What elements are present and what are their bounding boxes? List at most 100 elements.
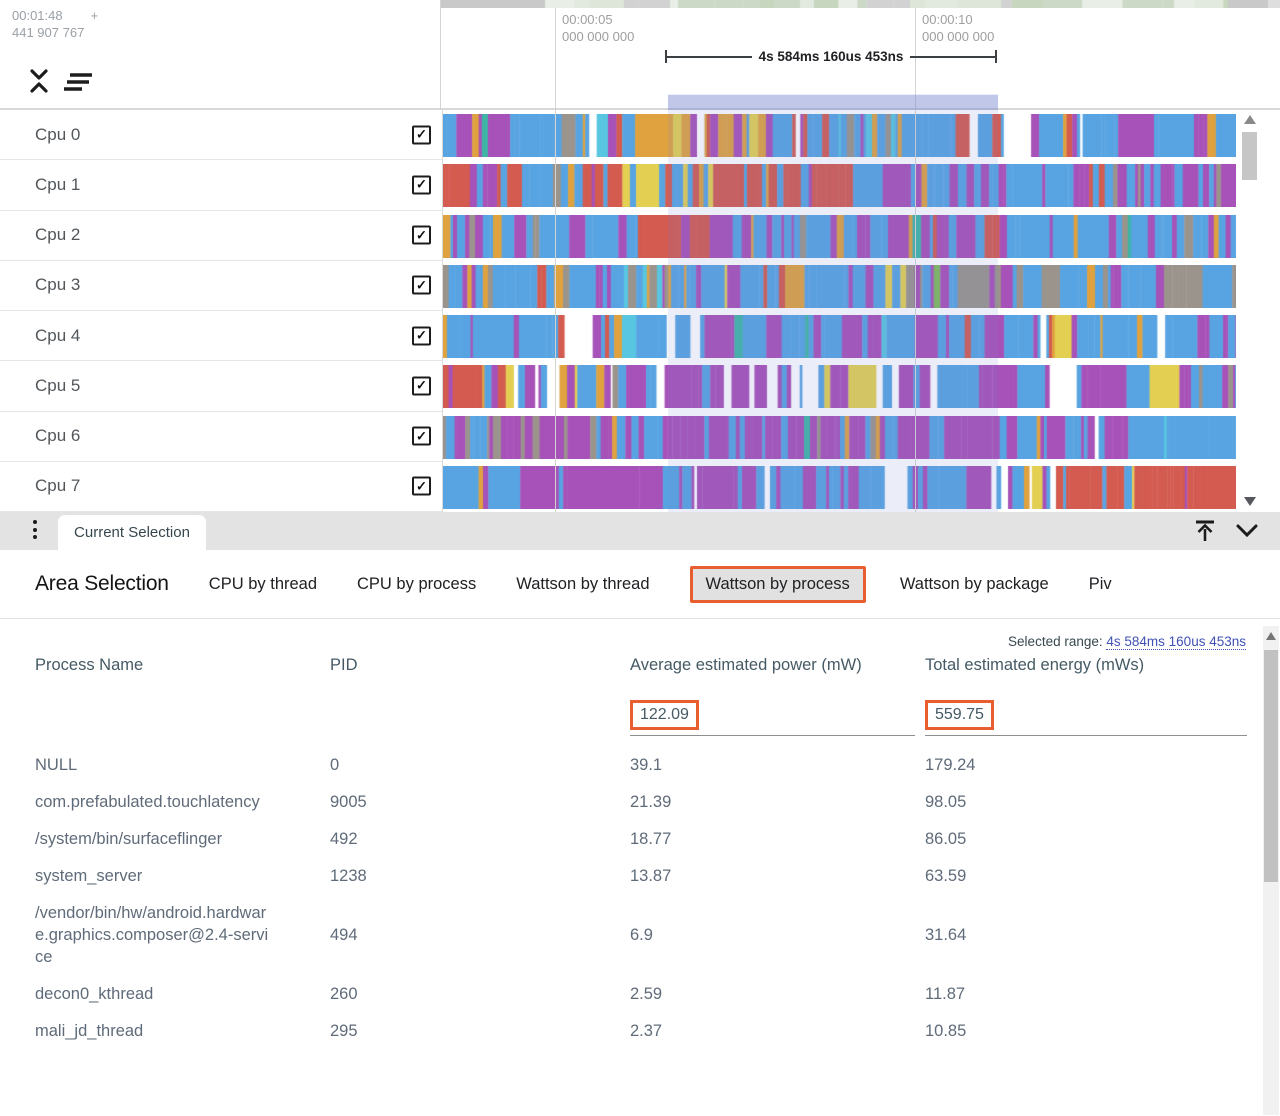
scrollbar-thumb[interactable] <box>1264 650 1278 882</box>
pid-cell: 260 <box>330 983 630 1005</box>
detail-tab-piv[interactable]: Piv <box>1089 575 1112 594</box>
track-checkbox[interactable]: ✓ <box>412 175 431 194</box>
track-checkbox[interactable]: ✓ <box>412 427 431 446</box>
scrollbar-thumb[interactable] <box>1242 132 1257 180</box>
col-process-name: Process Name <box>35 654 330 676</box>
selected-range-marker: 4s 584ms 160us 453ns <box>665 49 997 64</box>
timeline-origin-timestamp: 00:01:48+ 441 907 767 <box>12 7 98 41</box>
cpu-track-canvas[interactable] <box>443 215 1236 258</box>
track-checkbox[interactable]: ✓ <box>412 226 431 245</box>
checkmark-icon: ✓ <box>416 329 427 342</box>
total-energy-cell: 31.64 <box>925 924 1247 946</box>
process-row: /system/bin/surfaceflinger 492 18.77 86.… <box>35 820 1247 857</box>
cpu-track-canvas[interactable] <box>443 365 1236 408</box>
cpu-track-canvas[interactable] <box>443 466 1236 509</box>
wattson-process-table: Process Name PID Average estimated power… <box>35 654 1247 1049</box>
timeline-minimap[interactable] <box>440 0 1280 8</box>
process-row: decon0_kthread 260 2.59 11.87 <box>35 975 1247 1012</box>
selected-range-link[interactable]: 4s 584ms 160us 453ns <box>1106 634 1246 650</box>
detail-tab-cpu-by-thread[interactable]: CPU by thread <box>209 575 317 594</box>
checkmark-icon: ✓ <box>416 429 427 442</box>
area-selection-tab-strip: Area Selection CPU by thread CPU by proce… <box>0 550 1280 619</box>
process-row: com.prefabulated.touchlatency 9005 21.39… <box>35 783 1247 820</box>
cpu-tracks-viewport: Cpu 0 ✓ Cpu 1 ✓ Cpu 2 ✓ <box>0 110 1280 512</box>
pid-cell: 9005 <box>330 791 630 813</box>
detail-tab-wattson-by-process[interactable]: Wattson by process <box>690 566 866 603</box>
cpu-track-row[interactable]: Cpu 5 ✓ <box>0 361 1280 411</box>
track-checkbox[interactable]: ✓ <box>412 276 431 295</box>
total-energy-cell: 179.24 <box>925 754 1247 776</box>
process-name-cell: /vendor/bin/hw/android.hardware.graphics… <box>35 902 273 968</box>
cpu-track-canvas[interactable] <box>443 416 1236 459</box>
detail-tab-wattson-by-package[interactable]: Wattson by package <box>900 575 1049 594</box>
avg-power-cell: 2.37 <box>630 1020 925 1042</box>
scroll-down-icon[interactable] <box>1244 497 1256 506</box>
avg-power-cell: 13.87 <box>630 865 925 887</box>
track-checkbox[interactable]: ✓ <box>412 376 431 395</box>
tab-current-selection[interactable]: Current Selection <box>58 515 206 550</box>
cpu-track-row[interactable]: Cpu 0 ✓ <box>0 110 1280 160</box>
table-header-row: Process Name PID Average estimated power… <box>35 654 1247 676</box>
cpu-track-row[interactable]: Cpu 6 ✓ <box>0 412 1280 462</box>
flatten-tracks-icon[interactable] <box>62 72 94 92</box>
track-label: Cpu 1 <box>35 175 80 195</box>
cpu-track-canvas[interactable] <box>443 114 1236 157</box>
track-checkbox[interactable]: ✓ <box>412 326 431 345</box>
cpu-track-canvas[interactable] <box>443 265 1236 308</box>
panel-title: Area Selection <box>35 572 169 596</box>
cpu-track-row[interactable]: Cpu 2 ✓ <box>0 211 1280 261</box>
detail-tab-cpu-by-process[interactable]: CPU by process <box>357 575 476 594</box>
table-body: NULL 0 39.1 179.24 com.prefabulated.touc… <box>35 746 1247 1049</box>
scroll-up-icon[interactable] <box>1266 632 1276 640</box>
pid-cell: 492 <box>330 828 630 850</box>
total-energy-cell: 10.85 <box>925 1020 1247 1042</box>
cpu-track-row[interactable]: Cpu 1 ✓ <box>0 160 1280 210</box>
track-label-cell: Cpu 6 ✓ <box>0 412 443 462</box>
cpu-track-row[interactable]: Cpu 3 ✓ <box>0 261 1280 311</box>
pid-cell: 1238 <box>330 865 630 887</box>
collapse-panel-chevron-down-icon[interactable] <box>1234 521 1260 541</box>
track-checkbox[interactable]: ✓ <box>412 477 431 496</box>
expand-panel-to-top-icon[interactable] <box>1192 519 1218 543</box>
checkmark-icon: ✓ <box>416 228 427 241</box>
cpu-track-canvas[interactable] <box>443 315 1236 358</box>
time-tick-label: 00:00:10000 000 000 <box>922 11 994 45</box>
checkmark-icon: ✓ <box>416 278 427 291</box>
track-label: Cpu 6 <box>35 426 80 446</box>
track-label: Cpu 2 <box>35 225 80 245</box>
pid-cell: 0 <box>330 754 630 776</box>
track-label: Cpu 7 <box>35 476 80 496</box>
cpu-track-canvas[interactable] <box>443 164 1236 207</box>
cpu-track-row[interactable]: Cpu 4 ✓ <box>0 311 1280 361</box>
col-pid: PID <box>330 654 630 676</box>
detail-scrollbar[interactable] <box>1263 626 1279 1115</box>
process-name-cell: decon0_kthread <box>35 983 273 1005</box>
scroll-up-icon[interactable] <box>1244 115 1256 124</box>
table-summary-row: 122.09 559.75 <box>35 700 1247 736</box>
process-name-cell: NULL <box>35 754 273 776</box>
selected-range-line: Selected range: 4s 584ms 160us 453ns <box>1008 634 1246 649</box>
header-divider <box>440 0 441 110</box>
cpu-track-row[interactable]: Cpu 7 ✓ <box>0 462 1280 512</box>
checkmark-icon: ✓ <box>416 479 427 492</box>
track-checkbox[interactable]: ✓ <box>412 125 431 144</box>
track-label: Cpu 5 <box>35 376 80 396</box>
process-name-cell: system_server <box>35 865 273 887</box>
plus-offset-label: + <box>91 8 99 23</box>
avg-power-total-highlighted: 122.09 <box>630 700 699 730</box>
pid-cell: 494 <box>330 924 630 946</box>
col-avg-power: Average estimated power (mW) <box>630 654 865 676</box>
process-row: /vendor/bin/hw/android.hardware.graphics… <box>35 894 1247 975</box>
checkmark-icon: ✓ <box>416 128 427 141</box>
tracks-scrollbar[interactable] <box>1240 112 1260 510</box>
area-selection-panel: Area Selection CPU by thread CPU by proce… <box>0 550 1280 1116</box>
track-label-cell: Cpu 3 ✓ <box>0 261 443 311</box>
panel-menu-kebab-icon[interactable] <box>33 520 37 539</box>
process-row: system_server 1238 13.87 63.59 <box>35 857 1247 894</box>
track-label-cell: Cpu 2 ✓ <box>0 211 443 261</box>
collapse-tracks-icon[interactable] <box>28 68 50 94</box>
process-name-cell: /system/bin/surfaceflinger <box>35 828 273 850</box>
avg-power-cell: 39.1 <box>630 754 925 776</box>
detail-tab-wattson-by-thread[interactable]: Wattson by thread <box>516 575 649 594</box>
checkmark-icon: ✓ <box>416 178 427 191</box>
